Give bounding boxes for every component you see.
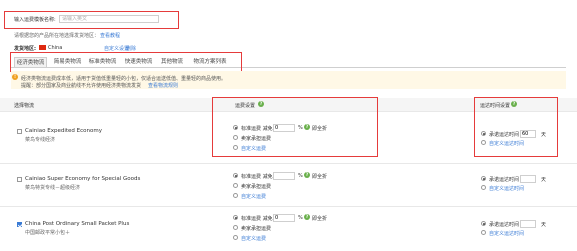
discount-input[interactable] xyxy=(273,124,295,132)
all-discount-label: 即全折 xyxy=(312,174,328,180)
carrier-sub: 菜鸟特货专线－超级经济 xyxy=(25,185,81,191)
freight-seller-radio[interactable] xyxy=(233,135,238,140)
freight-custom-radio[interactable] xyxy=(233,235,238,240)
delivery-custom-label[interactable]: 自定义运达时间 xyxy=(489,140,524,147)
delivery-custom-radio[interactable] xyxy=(481,185,486,190)
freight-standard-label: 标准运费 减免 xyxy=(241,126,273,132)
china-flag-icon xyxy=(39,45,46,50)
template-name-label: 输入运费模板名称: xyxy=(14,17,56,23)
carrier-checkbox[interactable] xyxy=(17,222,22,227)
origin-value: China xyxy=(48,45,63,51)
notice-line1: 经济类物流运费成本低，适用于货值低重量轻的小包，仅适合运送低值、重量轻的商品使用… xyxy=(21,76,227,82)
tip-link[interactable]: 查看教程 xyxy=(100,32,120,39)
freight-seller-radio[interactable] xyxy=(233,225,238,230)
discount-input[interactable] xyxy=(273,214,295,222)
delivery-unit: 天 xyxy=(541,222,547,228)
discount-help-icon[interactable]: ? xyxy=(304,214,310,220)
delivery-custom-radio[interactable] xyxy=(481,230,486,235)
origin-delete-link[interactable]: 删除 xyxy=(126,45,136,52)
discount-input[interactable] xyxy=(273,172,295,180)
delivery-standard-label: 承诺运达时间 xyxy=(489,222,520,228)
freight-standard-radio[interactable] xyxy=(233,215,238,220)
percent-sign: % xyxy=(298,215,303,221)
percent-sign: % xyxy=(298,125,303,131)
col-logistics: 选择物流 xyxy=(14,103,35,109)
delivery-custom-label[interactable]: 自定义运达时间 xyxy=(489,230,524,237)
warning-icon: ! xyxy=(12,74,18,80)
tab-standard[interactable]: 标准类物流 xyxy=(86,57,119,67)
freight-standard-radio[interactable] xyxy=(233,125,238,130)
freight-custom-radio[interactable] xyxy=(233,145,238,150)
tab-economy[interactable]: 经济类物流 xyxy=(14,57,47,67)
origin-label: 发货地区: xyxy=(14,46,36,52)
delivery-custom-radio[interactable] xyxy=(481,140,486,145)
carrier-sub: 中国邮政平常小包＋ xyxy=(25,230,71,236)
freight-custom-radio[interactable] xyxy=(233,193,238,198)
delivery-days-input[interactable] xyxy=(520,220,536,228)
tab-express[interactable]: 快速类物流 xyxy=(122,57,155,67)
tab-plan-list[interactable]: 物流方案列表 xyxy=(190,57,230,67)
delivery-days-input[interactable] xyxy=(520,175,536,183)
delivery-standard-label: 承诺运达时间 xyxy=(489,132,520,138)
freight-custom-label[interactable]: 自定义运费 xyxy=(241,235,266,242)
tab-other[interactable]: 其他物流 xyxy=(158,57,186,67)
all-discount-label: 即全折 xyxy=(312,216,328,222)
percent-sign: % xyxy=(298,173,303,179)
freight-custom-label[interactable]: 自定义运费 xyxy=(241,193,266,200)
carrier-checkbox[interactable] xyxy=(17,129,22,134)
freight-standard-radio[interactable] xyxy=(233,173,238,178)
delivery-standard-label: 承诺运达时间 xyxy=(489,177,520,183)
delivery-standard-radio[interactable] xyxy=(481,221,486,226)
freight-seller-label: 卖家承担运费 xyxy=(241,184,272,190)
freight-standard-label: 标准运费 减免 xyxy=(241,174,273,180)
freight-seller-label: 卖家承担运费 xyxy=(241,136,272,142)
notice-rules-link[interactable]: 查看物流规则 xyxy=(148,82,178,89)
carrier-name: China Post Ordinary Small Packet Plus xyxy=(25,221,130,227)
tip-text: 请根据您的产品所在地选择发货地区： xyxy=(14,33,100,39)
delivery-standard-radio[interactable] xyxy=(481,131,486,136)
freight-standard-label: 标准运费 减免 xyxy=(241,216,273,222)
freight-seller-radio[interactable] xyxy=(233,183,238,188)
delivery-unit: 天 xyxy=(541,177,547,183)
carrier-sub: 菜鸟专线经济 xyxy=(25,137,56,143)
delivery-custom-label[interactable]: 自定义运达时间 xyxy=(489,185,524,192)
delivery-unit: 天 xyxy=(541,132,547,138)
delivery-days-input[interactable] xyxy=(520,130,536,138)
discount-help-icon[interactable]: ? xyxy=(304,172,310,178)
carrier-name: Cainiao Super Economy for Special Goods xyxy=(25,176,141,182)
discount-help-icon[interactable]: ? xyxy=(304,124,310,130)
freight-seller-label: 卖家承担运费 xyxy=(241,226,272,232)
all-discount-label: 即全折 xyxy=(312,126,328,132)
delivery-column-highlight xyxy=(474,97,558,157)
template-name-input[interactable] xyxy=(59,15,159,23)
carrier-name: Cainiao Expedited Economy xyxy=(25,128,102,134)
row-divider xyxy=(0,163,577,164)
carrier-checkbox[interactable] xyxy=(17,177,22,182)
delivery-standard-radio[interactable] xyxy=(481,176,486,181)
notice-line2: 提醒：部分国家及商业航线不允许使用经济类物流发货 xyxy=(21,83,142,89)
tab-simple[interactable]: 简易类物流 xyxy=(51,57,84,67)
freight-custom-label[interactable]: 自定义运费 xyxy=(241,145,266,152)
row-divider xyxy=(0,206,577,207)
